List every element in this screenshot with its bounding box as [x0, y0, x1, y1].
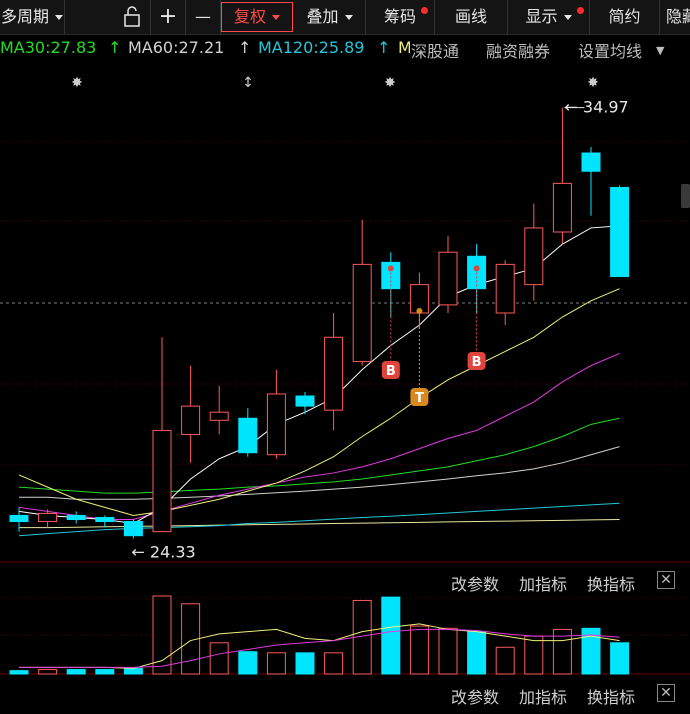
volume-bar-up — [209, 642, 229, 675]
volume-bar-up — [495, 646, 515, 675]
signal-label: B — [386, 364, 396, 379]
indicator-bar-second: 改参数 加指标 换指标 ✕ — [0, 680, 690, 708]
kline-chart[interactable]: ✸ ✸ ✸ ↕ ← 34.97 ← 24.33 B T B — [0, 0, 690, 714]
candle-up — [552, 182, 572, 233]
candle-down — [123, 521, 143, 537]
close-icon[interactable]: ✕ — [657, 571, 675, 589]
signal-label: T — [415, 391, 424, 406]
candle-up — [495, 263, 515, 314]
modify-params-link[interactable]: 改参数 — [451, 684, 499, 708]
ma10-line — [18, 288, 620, 516]
candle-up — [152, 429, 172, 533]
volume-bar-down — [66, 669, 86, 675]
volume-bar-down — [610, 642, 630, 675]
signal-dot — [416, 307, 423, 314]
candle-up — [524, 227, 544, 286]
ma30-line — [18, 417, 620, 494]
switch-indicator-link[interactable]: 换指标 — [587, 571, 635, 595]
volume-bar-up — [266, 652, 286, 675]
volume-bar-down — [123, 667, 143, 675]
signal-label: B — [472, 355, 482, 370]
event-marker-icon: ↕ — [242, 75, 254, 91]
switch-indicator-link[interactable]: 换指标 — [587, 684, 635, 708]
volume-bar-up — [409, 625, 429, 675]
event-marker-icon: ✸ — [384, 75, 396, 91]
candle-up — [181, 405, 201, 435]
volume-bar-down — [95, 669, 115, 675]
add-indicator-link[interactable]: 加指标 — [519, 684, 567, 708]
candle-up — [352, 263, 372, 363]
close-icon[interactable]: ✕ — [657, 684, 675, 702]
high-price-label: ← 34.97 — [564, 98, 628, 117]
ma60-line — [19, 446, 620, 500]
volume-bar-down — [9, 670, 29, 675]
ma20-line — [18, 353, 620, 521]
candle-up — [266, 393, 286, 456]
scrollbar-thumb — [681, 184, 690, 208]
volume-bar-down — [238, 651, 258, 675]
candle-down — [9, 514, 29, 523]
signal-dot — [473, 265, 480, 272]
volume-bar-up — [438, 627, 458, 675]
volume-bar-down — [467, 631, 487, 675]
volume-bar-up — [324, 652, 344, 675]
event-marker-icon: ✸ — [587, 75, 599, 91]
volume-bar-up — [38, 669, 58, 675]
candle-down — [95, 516, 115, 523]
candle-up — [38, 512, 58, 523]
candle-up — [438, 251, 458, 306]
signal-dot — [387, 265, 394, 272]
volume-bar-down — [295, 652, 315, 675]
candle-down — [295, 395, 315, 407]
candle-up — [324, 336, 344, 411]
add-indicator-link[interactable]: 加指标 — [519, 571, 567, 595]
candle-down — [610, 186, 630, 278]
volume-bar-down — [381, 596, 401, 675]
modify-params-link[interactable]: 改参数 — [451, 571, 499, 595]
candle-down — [238, 417, 258, 454]
candle-up — [209, 411, 229, 421]
indicator-bar-volume: 改参数 加指标 换指标 ✕ — [0, 567, 690, 595]
candle-down — [66, 514, 86, 521]
low-price-label: ← 24.33 — [131, 543, 195, 562]
volume-bar-up — [524, 635, 544, 675]
candle-down — [581, 152, 601, 172]
event-marker-icon: ✸ — [71, 75, 83, 91]
